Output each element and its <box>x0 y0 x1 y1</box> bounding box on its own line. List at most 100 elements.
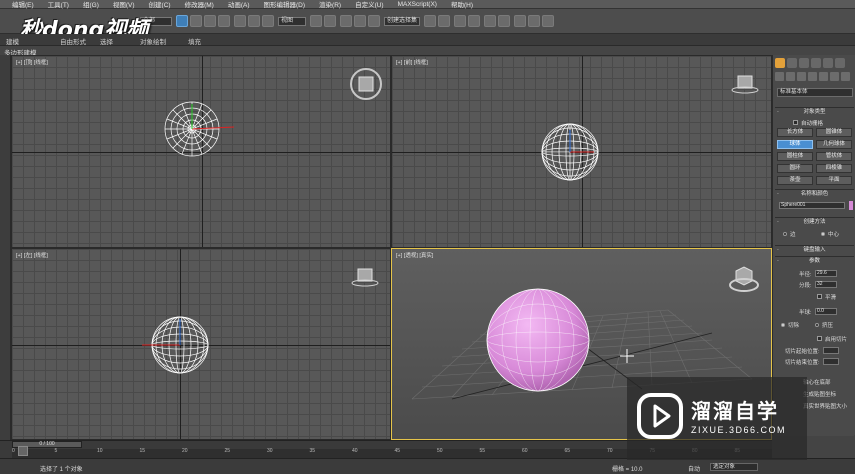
radius-input[interactable]: 29.6 <box>815 270 837 277</box>
menu-views[interactable]: 视图(V) <box>113 0 135 9</box>
teapot-button[interactable]: 茶壶 <box>777 176 813 185</box>
viewcube-icon[interactable] <box>726 263 762 295</box>
selected-objects-dropdown[interactable]: 选定对象 <box>710 463 758 471</box>
menu-edit[interactable]: 编辑(E) <box>12 0 34 9</box>
cameras-icon[interactable] <box>808 72 817 81</box>
helpers-icon[interactable] <box>819 72 828 81</box>
rollout-header[interactable]: 对象类型 <box>775 108 854 117</box>
menu-modifiers[interactable]: 修改器(M) <box>185 0 214 9</box>
angle-snap-icon[interactable] <box>354 15 366 27</box>
slice-from-input[interactable] <box>823 347 839 354</box>
viewport-left[interactable]: [+] [左] [线框] <box>11 248 391 440</box>
select-by-name-icon[interactable] <box>190 15 202 27</box>
motion-tab-icon[interactable] <box>811 58 821 68</box>
viewport-label[interactable]: [+] [左] [线框] <box>16 251 48 259</box>
select-manipulate-icon[interactable] <box>324 15 336 27</box>
display-tab-icon[interactable] <box>823 58 833 68</box>
select-object-icon[interactable] <box>176 15 188 27</box>
segments-input[interactable]: 32 <box>815 281 837 288</box>
menu-group[interactable]: 组(G) <box>83 0 99 9</box>
mini-listener-icon[interactable] <box>18 446 28 456</box>
window-crossing-icon[interactable] <box>218 15 230 27</box>
menu-create[interactable]: 创建(C) <box>149 0 171 9</box>
percent-snap-icon[interactable] <box>368 15 380 27</box>
primitive-category-dropdown[interactable]: 标准基本体 <box>777 88 853 97</box>
edge-radio[interactable] <box>783 232 787 236</box>
squash-radio[interactable] <box>815 323 819 327</box>
object-color-swatch[interactable] <box>849 201 853 210</box>
rect-region-icon[interactable] <box>204 15 216 27</box>
tube-button[interactable]: 管状体 <box>816 152 852 161</box>
hierarchy-tab-icon[interactable] <box>799 58 809 68</box>
viewcube-icon[interactable] <box>348 66 384 102</box>
modify-tab-icon[interactable] <box>787 58 797 68</box>
cone-button[interactable]: 圆锥体 <box>816 128 852 137</box>
pyramid-button[interactable]: 四棱锥 <box>816 164 852 173</box>
menu-help[interactable]: 帮助(H) <box>451 0 473 9</box>
slice-to-input[interactable] <box>823 358 839 365</box>
layer-manager-icon[interactable] <box>454 15 466 27</box>
ref-coord-dropdown[interactable]: 视图 <box>278 17 306 26</box>
hemisphere-input[interactable]: 0.0 <box>815 308 837 315</box>
menu-maxscript[interactable]: MAXScript(X) <box>398 1 437 8</box>
rotate-icon[interactable] <box>248 15 260 27</box>
mirror-icon[interactable] <box>424 15 436 27</box>
ribbon-tab-populate[interactable]: 填充 <box>188 36 201 46</box>
chop-radio[interactable] <box>781 323 785 327</box>
autogrid-checkbox[interactable] <box>793 120 798 125</box>
rollout-header[interactable]: 参数 <box>775 257 854 266</box>
viewcube-icon[interactable] <box>350 265 380 289</box>
smooth-checkbox[interactable] <box>817 294 822 299</box>
scale-icon[interactable] <box>262 15 274 27</box>
box-button[interactable]: 长方体 <box>777 128 813 137</box>
graphite-toggle-icon[interactable] <box>468 15 480 27</box>
pivot-icon[interactable] <box>310 15 322 27</box>
ribbon-tab-modeling[interactable]: 建模 <box>6 36 19 46</box>
align-icon[interactable] <box>438 15 450 27</box>
auto-key-label[interactable]: 自动 <box>688 464 700 473</box>
center-radio[interactable] <box>821 232 825 236</box>
lights-icon[interactable] <box>797 72 806 81</box>
menu-animation[interactable]: 动画(A) <box>228 0 250 9</box>
cylinder-button[interactable]: 圆柱体 <box>777 152 813 161</box>
viewport-top[interactable]: [+] [顶] [线框] <box>11 55 391 248</box>
shapes-icon[interactable] <box>786 72 795 81</box>
ribbon-tab-freeform[interactable]: 自由形式 <box>60 36 86 46</box>
rollout-header[interactable]: 创建方法 <box>775 218 854 227</box>
sphere-wireframe-left[interactable] <box>138 315 214 375</box>
sphere-wireframe-front[interactable] <box>540 122 602 182</box>
render-icon[interactable] <box>542 15 554 27</box>
schematic-view-icon[interactable] <box>498 15 510 27</box>
viewport-label[interactable]: [+] [顶] [线框] <box>16 58 48 66</box>
torus-button[interactable]: 圆环 <box>777 164 813 173</box>
plane-button[interactable]: 平面 <box>816 176 852 185</box>
spacewarps-icon[interactable] <box>830 72 839 81</box>
menu-tools[interactable]: 工具(T) <box>48 0 69 9</box>
viewport-label[interactable]: [+] [前] [线框] <box>396 58 428 66</box>
menu-customize[interactable]: 自定义(U) <box>355 0 384 9</box>
menu-graph-editors[interactable]: 图形编辑器(D) <box>264 0 306 9</box>
ribbon-tab-object-paint[interactable]: 对象绘制 <box>140 36 166 46</box>
sphere-wireframe-top[interactable] <box>160 101 240 161</box>
sphere-button[interactable]: 球体 <box>777 140 813 149</box>
rollout-header[interactable]: 键盘输入 <box>775 246 854 255</box>
sphere-shaded-perspective[interactable] <box>484 287 594 393</box>
rollout-header[interactable]: 名称和颜色 <box>775 190 854 199</box>
systems-icon[interactable] <box>841 72 850 81</box>
geometry-icon[interactable] <box>775 72 784 81</box>
viewcube-icon[interactable] <box>730 72 760 96</box>
snap-toggle-icon[interactable] <box>340 15 352 27</box>
viewport-front[interactable]: [+] [前] [线框] <box>391 55 772 248</box>
move-icon[interactable] <box>234 15 246 27</box>
named-selection-dropdown[interactable]: 创建选择集 <box>384 17 420 26</box>
create-tab-icon[interactable] <box>775 58 785 68</box>
render-setup-icon[interactable] <box>528 15 540 27</box>
menu-rendering[interactable]: 渲染(R) <box>319 0 341 9</box>
geosphere-button[interactable]: 几何球体 <box>816 140 852 149</box>
object-name-input[interactable]: Sphere001 <box>779 202 845 209</box>
ribbon-tab-selection[interactable]: 选择 <box>100 36 113 46</box>
curve-editor-icon[interactable] <box>484 15 496 27</box>
material-editor-icon[interactable] <box>514 15 526 27</box>
slice-on-checkbox[interactable] <box>817 336 822 341</box>
utilities-tab-icon[interactable] <box>835 58 845 68</box>
